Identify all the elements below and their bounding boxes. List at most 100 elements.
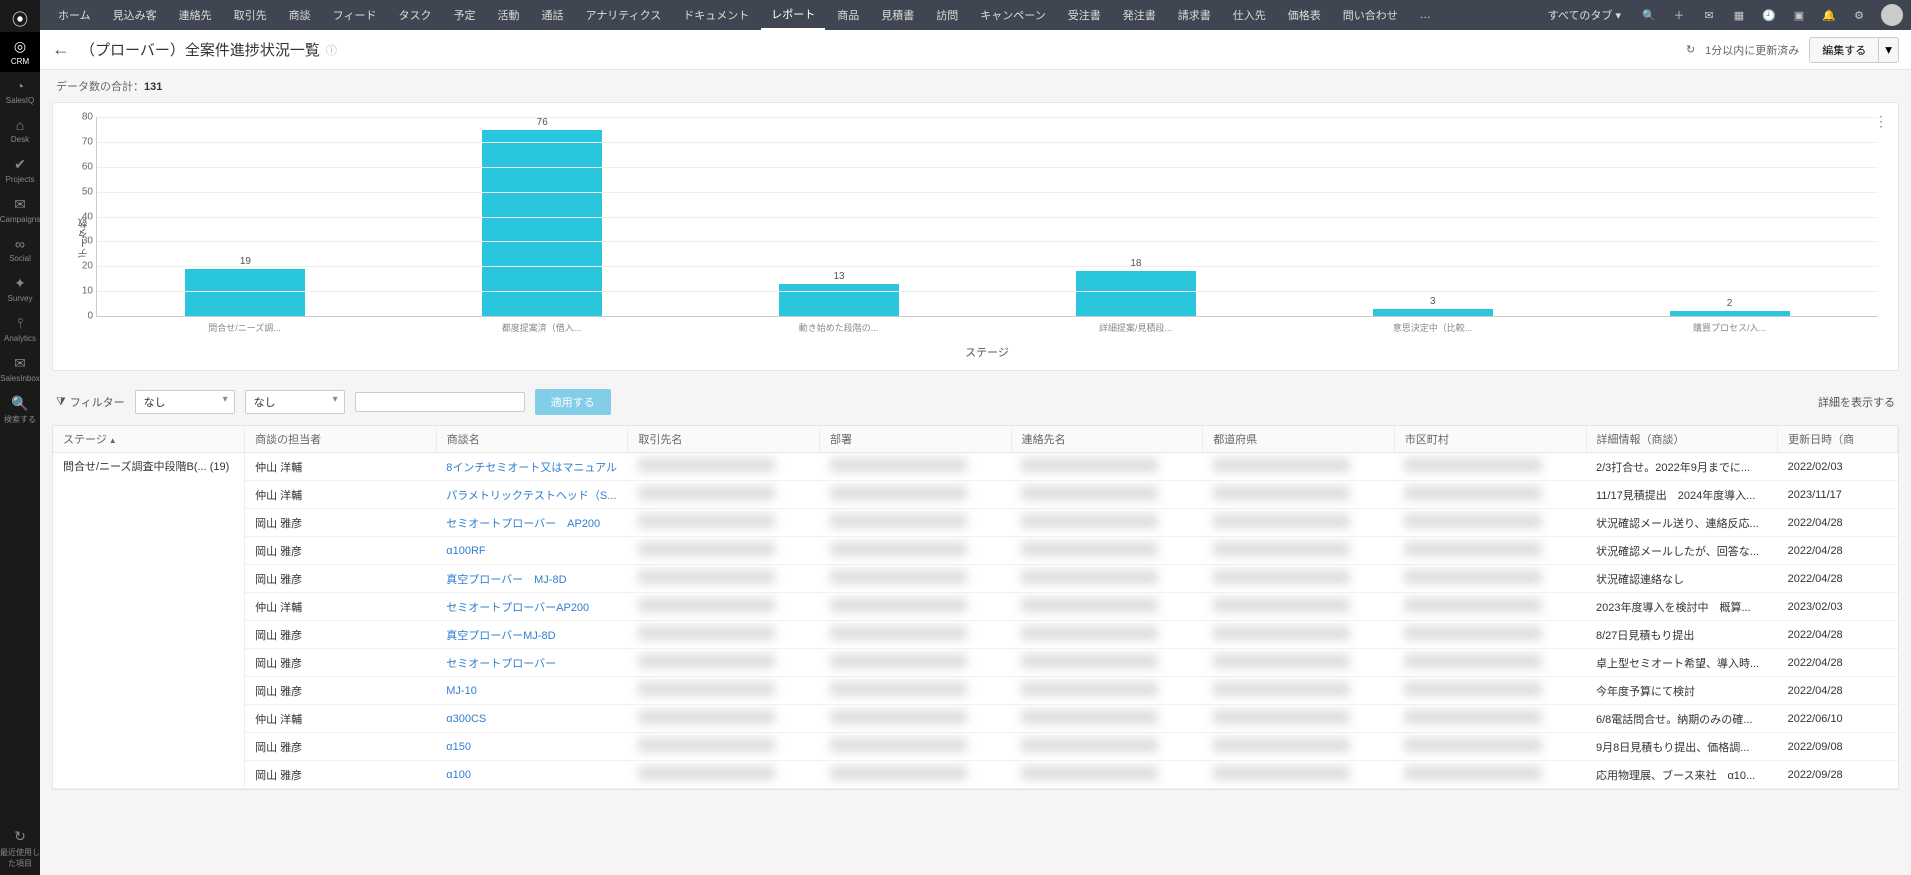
topmenu-item[interactable]: 予定 [443, 7, 485, 23]
refresh-icon[interactable]: ↻ [1686, 43, 1695, 56]
table-header[interactable]: 市区町村 [1394, 426, 1586, 453]
topmenu-item[interactable]: 商談 [279, 7, 321, 23]
table-row[interactable]: 岡山 雅彦真空プローバー MJ-8D状況確認連絡なし2022/04/28 [53, 565, 1898, 593]
table-row[interactable]: 仲山 洋輔パラメトリックテストヘッド（S...11/17見積提出 2024年度導… [53, 481, 1898, 509]
back-button[interactable]: ← [52, 39, 70, 60]
deal-link[interactable]: セミオートプローバー AP200 [446, 518, 600, 530]
deal-link[interactable]: セミオートプローバー [446, 658, 556, 670]
topmenu-item[interactable]: 問い合わせ [1333, 7, 1408, 23]
table-header[interactable]: 連絡先名 [1011, 426, 1203, 453]
table-row[interactable]: 岡山 雅彦α100応用物理展、ブース来社 α10...2022/09/28 [53, 761, 1898, 789]
redacted-value [638, 654, 775, 668]
app-left-sidebar: ⦿ ◎CRM◔SalesIQ⌂Desk✔Projects✉Campaigns∞S… [0, 0, 40, 875]
edit-button[interactable]: 編集する [1809, 37, 1879, 63]
table-row[interactable]: 仲山 洋輔α300CS6/8電話問合せ。納期のみの確...2022/06/10 [53, 705, 1898, 733]
deal-link[interactable]: MJ-10 [446, 685, 477, 697]
redacted-value [1213, 514, 1350, 528]
table-header[interactable]: 部署 [820, 426, 1012, 453]
search-icon[interactable]: 🔍 [1641, 7, 1657, 23]
topmenu-item[interactable]: 活動 [487, 7, 529, 23]
topmenu-item[interactable]: 連絡先 [169, 7, 222, 23]
clock-icon[interactable]: 🕘 [1761, 7, 1777, 23]
leftbar-item-social[interactable]: ∞Social [0, 230, 40, 269]
table-row[interactable]: 岡山 雅彦α1509月8日見積もり提出、価格調...2022/09/08 [53, 733, 1898, 761]
topmenu-item[interactable]: ドキュメント [673, 7, 759, 23]
info-icon[interactable]: ⓘ [326, 42, 337, 58]
table-header[interactable]: 都道府県 [1203, 426, 1395, 453]
apply-button[interactable]: 適用する [535, 389, 611, 415]
table-row[interactable]: 岡山 雅彦セミオートプローバー卓上型セミオート希望、導入時...2022/04/… [53, 649, 1898, 677]
filter-condition-select[interactable]: なし [245, 390, 345, 414]
calendar-icon[interactable]: ▦ [1731, 7, 1747, 23]
table-header[interactable]: 商談の担当者 [245, 426, 437, 453]
leftbar-item-survey[interactable]: ✦Survey [0, 269, 40, 309]
leftbar-item-crm[interactable]: ◎CRM [0, 32, 40, 72]
topmenu-item[interactable]: 発注書 [1113, 7, 1166, 23]
leftbar-item-desk[interactable]: ⌂Desk [0, 111, 40, 150]
leftbar-item-projects[interactable]: ✔Projects [0, 150, 40, 190]
deal-link[interactable]: α150 [446, 741, 471, 753]
deal-link[interactable]: α100RF [446, 545, 485, 557]
chart-xtick: 意思決定中（比較... [1302, 321, 1563, 334]
table-row[interactable]: 岡山 雅彦α100RF状況確認メールしたが、回答な...2022/04/28 [53, 537, 1898, 565]
table-row[interactable]: 岡山 雅彦セミオートプローバー AP200状況確認メール送り、連絡反応...20… [53, 509, 1898, 537]
table-row[interactable]: 仲山 洋輔セミオートプローバーAP2002023年度導入を検討中 概算...20… [53, 593, 1898, 621]
topmenu-item[interactable]: 商品 [827, 7, 869, 23]
avatar[interactable] [1881, 4, 1903, 26]
table-header[interactable]: 商談名 [436, 426, 628, 453]
deal-link[interactable]: パラメトリックテストヘッド（S... [446, 490, 616, 502]
leftbar-item-analytics[interactable]: ⫯Analytics [0, 309, 40, 349]
leftbar-item-salesiq[interactable]: ◔SalesIQ [0, 72, 40, 111]
topmenu-item[interactable]: 見積書 [871, 7, 924, 23]
topmenu-item[interactable]: … [1410, 9, 1441, 21]
gear-icon[interactable]: ⚙ [1851, 7, 1867, 23]
mail-icon[interactable]: ✉ [1701, 7, 1717, 23]
record-count: データ数の合計：131 [52, 70, 1899, 102]
topmenu-item[interactable]: レポート [761, 6, 825, 30]
topmenu-item[interactable]: キャンペーン [970, 7, 1055, 23]
chart-plot-area: 1976131832 01020304050607080 [96, 117, 1878, 317]
topmenu-item[interactable]: 受注書 [1058, 7, 1111, 23]
redacted-value [1021, 570, 1158, 584]
table-header[interactable]: 更新日時（商 [1778, 426, 1898, 453]
topmenu-item[interactable]: 価格表 [1278, 7, 1331, 23]
leftbar-item-検索する[interactable]: 🔍検索する [0, 389, 40, 431]
deal-link[interactable]: セミオートプローバーAP200 [446, 602, 589, 614]
all-tabs-dropdown[interactable]: すべてのタブ ▾ [1548, 7, 1621, 23]
filter-value-input[interactable] [355, 392, 525, 412]
deal-link[interactable]: 8インチセミオート又はマニュアル [446, 462, 617, 474]
table-header[interactable]: 詳細情報（商談） [1586, 426, 1778, 453]
topmenu-item[interactable]: フィード [323, 7, 387, 23]
table-header[interactable]: ステージ▲ [53, 426, 245, 453]
plus-icon[interactable]: ＋ [1671, 7, 1687, 23]
leftbar-item-campaigns[interactable]: ✉Campaigns [0, 190, 40, 230]
deal-link[interactable]: 真空プローバー MJ-8D [446, 574, 566, 586]
deal-link[interactable]: 真空プローバーMJ-8D [446, 630, 555, 642]
apps-icon[interactable]: ▣ [1791, 7, 1807, 23]
topmenu-item[interactable]: 訪問 [926, 7, 968, 23]
topmenu-item[interactable]: アナリティクス [575, 7, 671, 23]
topmenu-item[interactable]: 通話 [531, 7, 573, 23]
table-row[interactable]: 岡山 雅彦MJ-10今年度予算にて検討2022/04/28 [53, 677, 1898, 705]
redacted-value [1213, 598, 1350, 612]
leftbar-icon: ⫯ [0, 315, 40, 332]
table-row[interactable]: 岡山 雅彦真空プローバーMJ-8D8/27日見積もり提出2022/04/28 [53, 621, 1898, 649]
topmenu-item[interactable]: 取引先 [224, 7, 277, 23]
table-row[interactable]: 問合せ/ニーズ調査中段階B(... (19)仲山 洋輔8インチセミオート又はマニ… [53, 453, 1898, 481]
topmenu-item[interactable]: 見込み客 [103, 7, 167, 23]
leftbar-recent[interactable]: ↻ 最近使用した項目 [0, 822, 40, 875]
deal-link[interactable]: α300CS [446, 713, 486, 725]
topmenu-item[interactable]: 請求書 [1168, 7, 1221, 23]
show-details-link[interactable]: 詳細を表示する [1818, 394, 1895, 410]
topmenu-item[interactable]: ホーム [48, 7, 101, 23]
leftbar-item-salesinbox[interactable]: ✉SalesInbox [0, 349, 40, 389]
filter-field-select[interactable]: なし [135, 390, 235, 414]
topmenu-item[interactable]: 仕入先 [1223, 7, 1276, 23]
table-header[interactable]: 取引先名 [628, 426, 820, 453]
app-logo[interactable]: ⦿ [6, 4, 34, 32]
edit-dropdown[interactable]: ▾ [1879, 37, 1899, 63]
deal-link[interactable]: α100 [446, 769, 471, 781]
bell-icon[interactable]: 🔔 [1821, 7, 1837, 23]
redacted-value [1021, 542, 1158, 556]
topmenu-item[interactable]: タスク [388, 7, 441, 23]
